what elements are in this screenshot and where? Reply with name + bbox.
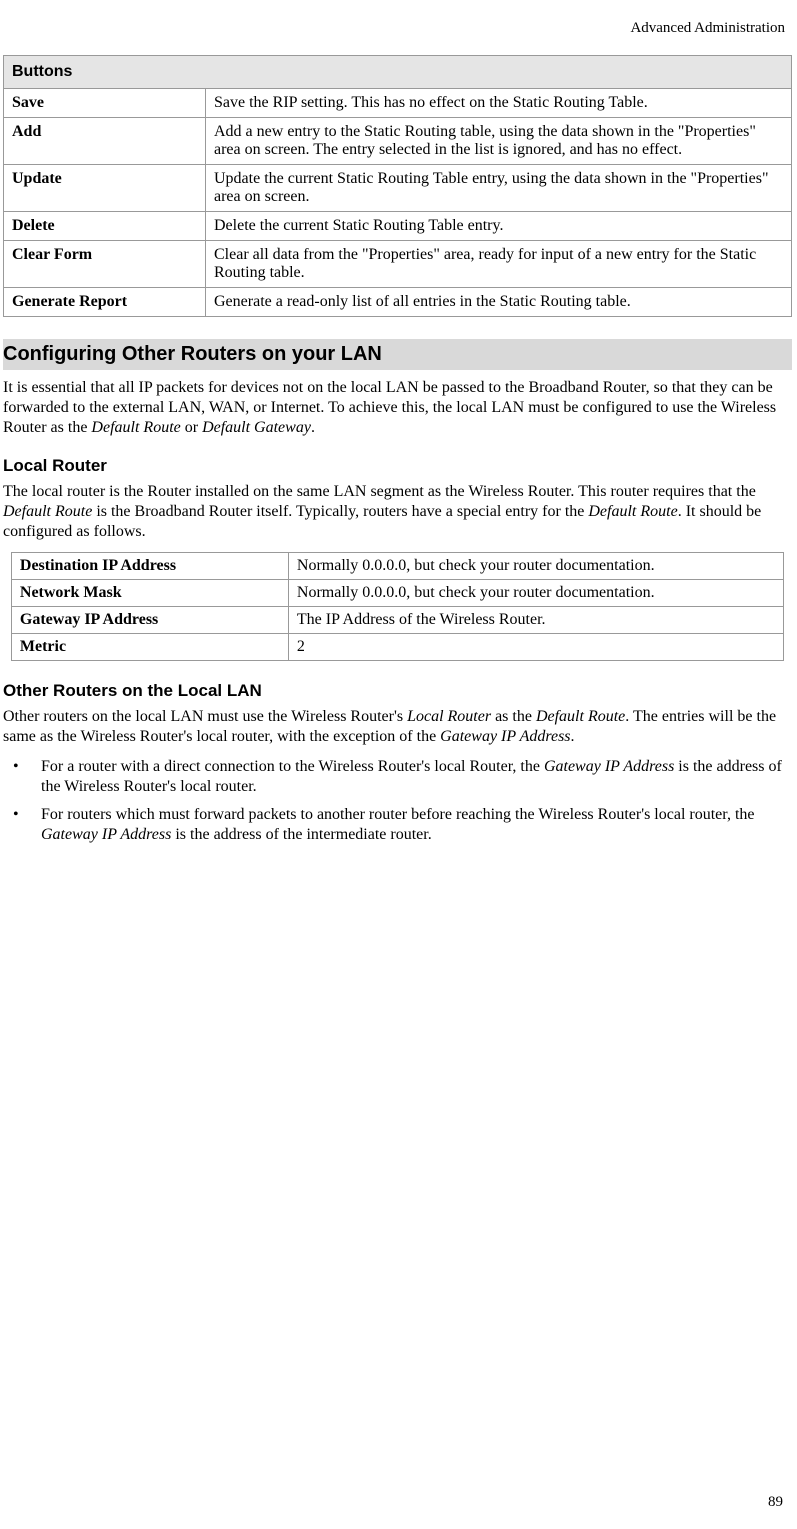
other-routers-paragraph: Other routers on the local LAN must use … [3,707,792,747]
section-intro-paragraph: It is essential that all IP packets for … [3,378,792,438]
list-item: For a router with a direct connection to… [3,757,792,797]
table-row: Generate Report Generate a read-only lis… [4,288,792,317]
page-number: 89 [768,1494,783,1511]
config-value: Normally 0.0.0.0, but check your router … [288,580,783,607]
config-label: Network Mask [11,580,288,607]
table-row: Update Update the current Static Routing… [4,165,792,212]
button-desc: Clear all data from the "Properties" are… [206,241,792,288]
table-row: Destination IP Address Normally 0.0.0.0,… [11,553,783,580]
config-label: Gateway IP Address [11,607,288,634]
table-row: Gateway IP Address The IP Address of the… [11,607,783,634]
config-value: Normally 0.0.0.0, but check your router … [288,553,783,580]
button-name: Delete [4,212,206,241]
button-name: Clear Form [4,241,206,288]
button-desc: Update the current Static Routing Table … [206,165,792,212]
config-value: 2 [288,634,783,661]
list-item: For routers which must forward packets t… [3,805,792,845]
subheading-other-routers: Other Routers on the Local LAN [3,681,792,701]
button-name: Save [4,89,206,118]
button-desc: Generate a read-only list of all entries… [206,288,792,317]
page-header-section: Advanced Administration [0,20,797,37]
other-routers-bullets: For a router with a direct connection to… [3,757,792,845]
local-router-config-table: Destination IP Address Normally 0.0.0.0,… [11,552,784,661]
button-desc: Add a new entry to the Static Routing ta… [206,118,792,165]
table-row: Delete Delete the current Static Routing… [4,212,792,241]
button-name: Update [4,165,206,212]
table-row: Network Mask Normally 0.0.0.0, but check… [11,580,783,607]
config-label: Metric [11,634,288,661]
table-row: Clear Form Clear all data from the "Prop… [4,241,792,288]
button-desc: Save the RIP setting. This has no effect… [206,89,792,118]
button-name: Generate Report [4,288,206,317]
section-heading-configuring: Configuring Other Routers on your LAN [3,339,792,370]
button-name: Add [4,118,206,165]
config-label: Destination IP Address [11,553,288,580]
config-value: The IP Address of the Wireless Router. [288,607,783,634]
buttons-table-title: Buttons [4,56,792,89]
button-desc: Delete the current Static Routing Table … [206,212,792,241]
subheading-local-router: Local Router [3,456,792,476]
table-row: Metric 2 [11,634,783,661]
table-row: Save Save the RIP setting. This has no e… [4,89,792,118]
local-router-paragraph: The local router is the Router installed… [3,482,792,542]
buttons-table: Buttons Save Save the RIP setting. This … [3,55,792,317]
table-row: Add Add a new entry to the Static Routin… [4,118,792,165]
